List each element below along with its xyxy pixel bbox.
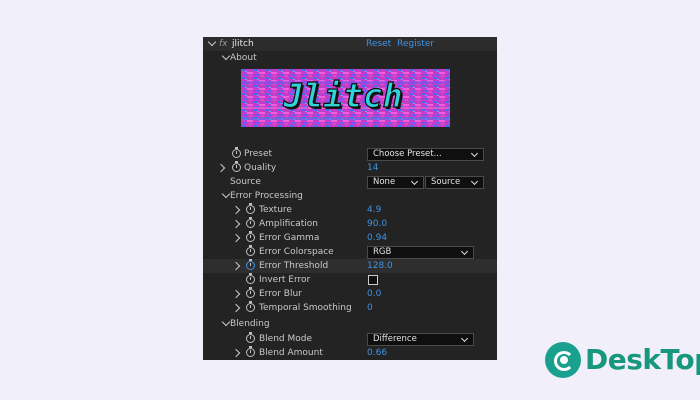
error-blur-value[interactable]: 0.0 — [367, 288, 381, 300]
desktop-logo-icon — [545, 342, 581, 378]
collapse-about-icon[interactable] — [221, 51, 231, 61]
expand-temporal-smoothing-icon[interactable] — [231, 303, 241, 313]
stopwatch-icon[interactable] — [246, 231, 255, 242]
texture-label: Texture — [259, 205, 292, 215]
effect-controls-panel: fx jlitch Reset Register About Jlitch Jl… — [203, 37, 497, 360]
collapse-effect-icon[interactable] — [207, 37, 217, 47]
blend-mode-value: Difference — [373, 334, 417, 344]
blend-mode-dropdown[interactable]: Difference — [367, 333, 474, 346]
blend-amount-value[interactable]: 0.66 — [367, 347, 387, 359]
quality-label: Quality — [244, 163, 277, 173]
error-gamma-row: Error Gamma 0.94 — [203, 231, 497, 245]
watermark-text: DeskTop — [585, 343, 700, 376]
expand-quality-icon[interactable] — [216, 163, 226, 173]
blending-label: Blending — [230, 319, 270, 329]
stopwatch-icon[interactable] — [246, 203, 255, 214]
blend-mode-row: Blend Mode Difference — [203, 332, 497, 346]
reset-link[interactable]: Reset — [366, 38, 391, 50]
preset-label: Preset — [244, 149, 273, 159]
error-colorspace-value: RGB — [373, 247, 392, 257]
chevron-down-icon — [460, 247, 469, 256]
stopwatch-icon[interactable] — [246, 259, 255, 270]
invert-error-checkbox[interactable] — [368, 275, 378, 285]
jlitch-banner: Jlitch Jlitch — [241, 69, 450, 127]
preset-dropdown-value: Choose Preset... — [373, 149, 442, 159]
stopwatch-icon[interactable] — [246, 332, 255, 343]
stopwatch-icon[interactable] — [246, 273, 255, 284]
stopwatch-icon[interactable] — [232, 161, 241, 172]
error-colorspace-row: Error Colorspace RGB — [203, 245, 497, 259]
chevron-down-icon — [460, 334, 469, 343]
collapse-blending-icon[interactable] — [221, 317, 231, 327]
stopwatch-icon[interactable] — [246, 245, 255, 256]
amplification-label: Amplification — [259, 219, 319, 229]
amplification-row: Amplification 90.0 — [203, 217, 497, 231]
error-gamma-value[interactable]: 0.94 — [367, 232, 387, 244]
expand-texture-icon[interactable] — [231, 205, 241, 215]
temporal-smoothing-value[interactable]: 0 — [367, 302, 373, 314]
register-link[interactable]: Register — [397, 38, 434, 50]
source-layer-dropdown[interactable]: None — [367, 176, 424, 189]
about-group[interactable]: About — [203, 51, 497, 65]
texture-row: Texture 4.9 — [203, 203, 497, 217]
stopwatch-icon[interactable] — [232, 147, 241, 158]
expand-error-threshold-icon[interactable] — [231, 261, 241, 271]
amplification-value[interactable]: 90.0 — [367, 218, 387, 230]
effect-header: fx jlitch Reset Register — [203, 37, 497, 51]
invert-error-label: Invert Error — [259, 275, 311, 285]
quality-value[interactable]: 14 — [367, 162, 378, 174]
temporal-smoothing-row: Temporal Smoothing 0 — [203, 301, 497, 315]
expand-error-blur-icon[interactable] — [231, 289, 241, 299]
invert-error-row: Invert Error — [203, 273, 497, 287]
quality-row: Quality 14 — [203, 161, 497, 175]
error-threshold-value[interactable]: 128.0 — [367, 260, 393, 272]
error-threshold-row: Error Threshold 128.0 — [203, 259, 497, 273]
blend-mode-label: Blend Mode — [259, 334, 313, 344]
error-blur-row: Error Blur 0.0 — [203, 287, 497, 301]
error-processing-group[interactable]: Error Processing — [203, 189, 497, 203]
stopwatch-icon[interactable] — [246, 287, 255, 298]
error-threshold-label: Error Threshold — [259, 261, 329, 271]
error-colorspace-label: Error Colorspace — [259, 247, 334, 257]
expand-blend-amount-icon[interactable] — [231, 348, 241, 358]
blend-amount-label: Blend Amount — [259, 348, 323, 358]
chevron-down-icon — [410, 177, 419, 186]
stopwatch-icon[interactable] — [246, 217, 255, 228]
source-layer-value: None — [373, 177, 396, 187]
collapse-error-processing-icon[interactable] — [221, 189, 231, 199]
expand-error-gamma-icon[interactable] — [231, 233, 241, 243]
source-label: Source — [230, 177, 261, 187]
error-blur-label: Error Blur — [259, 289, 302, 299]
stopwatch-icon[interactable] — [246, 301, 255, 312]
source-mode-value: Source — [431, 177, 461, 187]
effect-name: jlitch — [232, 39, 254, 49]
temporal-smoothing-label: Temporal Smoothing — [259, 303, 352, 313]
blending-group[interactable]: Blending — [203, 317, 497, 331]
source-row: Source None Source — [203, 175, 497, 189]
banner-text: Jlitch — [282, 76, 402, 115]
chevron-down-icon — [470, 149, 479, 158]
fx-toggle[interactable]: fx — [219, 38, 228, 50]
chevron-down-icon — [470, 177, 479, 186]
error-colorspace-dropdown[interactable]: RGB — [367, 246, 474, 259]
preset-row: Preset Choose Preset... — [203, 147, 497, 161]
stopwatch-icon[interactable] — [246, 346, 255, 357]
source-mode-dropdown[interactable]: Source — [425, 176, 484, 189]
about-label: About — [230, 53, 257, 63]
blend-amount-row: Blend Amount 0.66 — [203, 346, 497, 360]
expand-amplification-icon[interactable] — [231, 219, 241, 229]
preset-dropdown[interactable]: Choose Preset... — [367, 148, 484, 161]
error-processing-label: Error Processing — [230, 191, 303, 201]
error-gamma-label: Error Gamma — [259, 233, 320, 243]
texture-value[interactable]: 4.9 — [367, 204, 381, 216]
